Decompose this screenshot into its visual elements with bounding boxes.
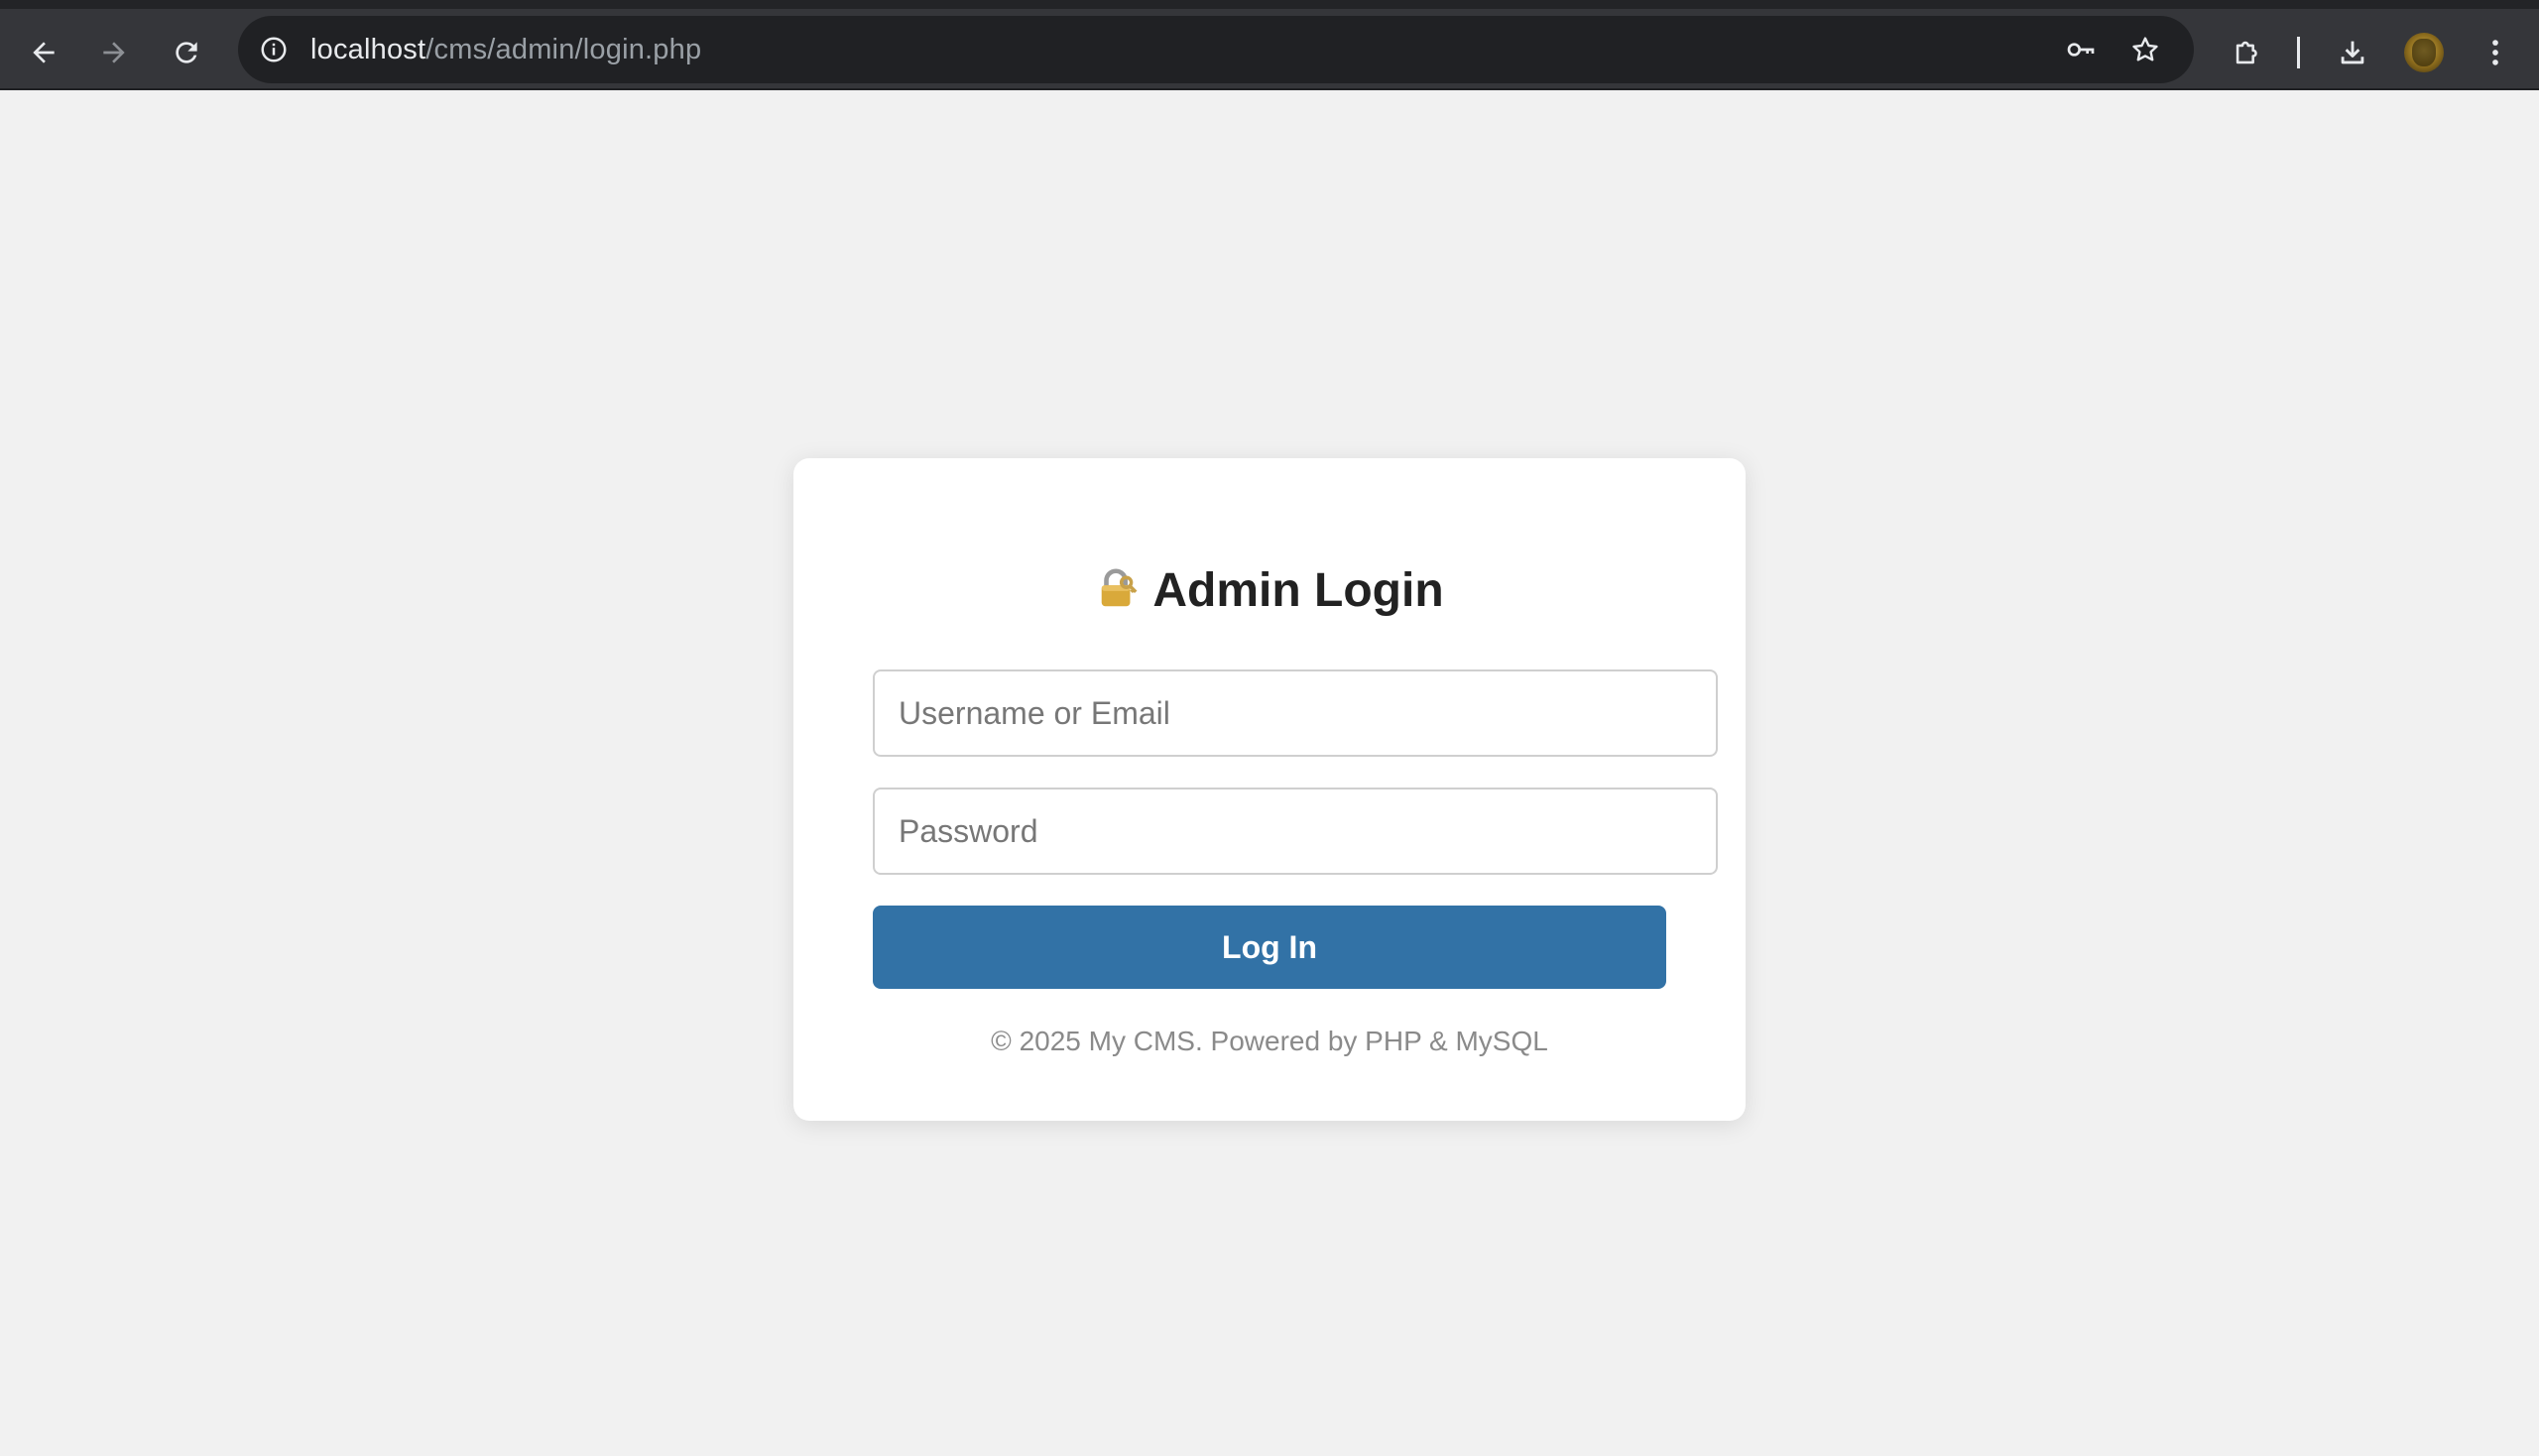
- extensions-button[interactable]: [2226, 31, 2269, 74]
- reload-icon: [176, 42, 197, 63]
- download-icon: [2341, 41, 2364, 64]
- title-text: Admin Login: [1152, 564, 1444, 617]
- avatar[interactable]: [2404, 33, 2444, 72]
- password-input[interactable]: [873, 788, 1718, 875]
- downloads-button[interactable]: [2331, 31, 2374, 74]
- back-arrow-icon: [33, 42, 55, 63]
- back-button[interactable]: [20, 29, 67, 76]
- browser-toolbar: localhost/cms/admin/login.php: [0, 0, 2539, 90]
- login-button[interactable]: Log In: [873, 906, 1666, 989]
- url-host: localhost: [310, 34, 426, 65]
- locked-with-key-icon: [1102, 568, 1138, 607]
- forward-arrow-icon: [103, 42, 125, 63]
- page-title: Admin Login: [793, 561, 1746, 621]
- reload-button[interactable]: [163, 29, 210, 76]
- toolbar-divider: [2297, 37, 2300, 68]
- footer-text: © 2025 My CMS. Powered by PHP & MySQL: [991, 1026, 1548, 1056]
- puzzle-icon: [2236, 41, 2257, 64]
- star-icon: [2132, 37, 2158, 61]
- browser-menu-button[interactable]: [2474, 31, 2517, 74]
- url-path: /cms/admin/login.php: [425, 34, 702, 65]
- key-icon: [2067, 43, 2095, 57]
- info-icon: [261, 37, 287, 62]
- address-bar[interactable]: localhost/cms/admin/login.php: [238, 16, 2194, 83]
- bookmark-button[interactable]: [2127, 32, 2163, 67]
- url-text[interactable]: localhost/cms/admin/login.php: [310, 16, 701, 83]
- site-info-button[interactable]: [256, 32, 292, 67]
- forward-button[interactable]: [90, 29, 138, 76]
- login-card: Admin Login Log In © 2025 My CMS. Powere…: [793, 458, 1746, 1121]
- username-input[interactable]: [873, 669, 1718, 757]
- password-manager-button[interactable]: [2063, 32, 2099, 67]
- kebab-menu-icon: [2492, 40, 2498, 65]
